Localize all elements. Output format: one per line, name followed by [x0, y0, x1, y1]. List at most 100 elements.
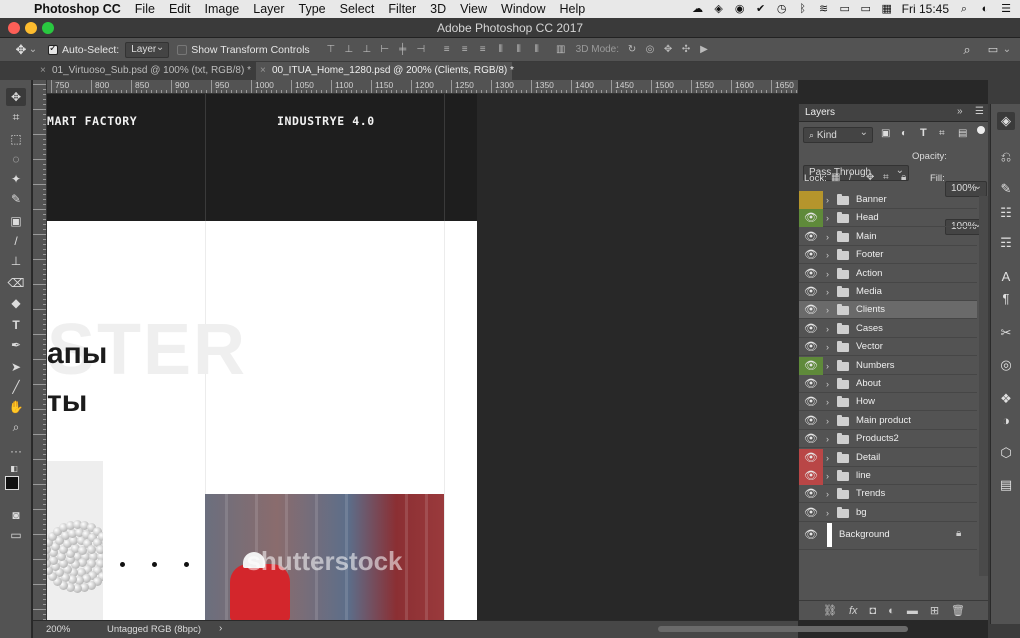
visibility-eye-icon[interactable]: 👁︎	[799, 504, 823, 522]
workspace-chevron-icon[interactable]: ⌄	[1002, 44, 1012, 56]
lock-transparent-icon[interactable]: ▦	[831, 172, 840, 183]
visibility-eye-icon[interactable]: 👁︎	[799, 393, 823, 411]
align-hcenter-icon[interactable]: ╪	[396, 44, 410, 56]
visibility-eye-icon[interactable]: 👁︎	[799, 283, 823, 301]
ruler-left[interactable]	[33, 80, 47, 620]
layer-row-banner[interactable]: › Banner	[799, 191, 977, 209]
align-top-icon[interactable]: ⊤	[324, 44, 338, 56]
document-profile[interactable]: Untagged RGB (8bpc)	[107, 624, 201, 635]
layer-row-numbers[interactable]: 👁︎ › Numbers	[799, 356, 977, 375]
zoom-level[interactable]: 200%	[46, 624, 70, 635]
auto-select-target-dropdown[interactable]: Layer	[125, 41, 170, 58]
delete-layer-icon[interactable]: 🗑︎	[951, 604, 965, 617]
menu-image[interactable]: Image	[205, 2, 240, 16]
paint-bucket-icon[interactable]: ◆	[6, 294, 26, 312]
panel-menu-icon[interactable]: ☰	[975, 106, 984, 117]
visibility-eye-icon[interactable]: 👁︎	[799, 301, 823, 319]
layer-row-vector[interactable]: 👁︎ › Vector	[799, 338, 977, 357]
layer-row-cases[interactable]: 👁︎ › Cases	[799, 320, 977, 338]
character-panel-icon[interactable]: A	[997, 268, 1015, 286]
visibility-eye-icon[interactable]: 👁︎	[799, 485, 823, 503]
expand-group-icon[interactable]: ›	[826, 485, 829, 503]
move-tool-icon[interactable]: ✥	[6, 88, 26, 106]
expand-group-icon[interactable]: ›	[826, 357, 829, 375]
eyedropper-icon[interactable]: ✎	[6, 190, 26, 208]
checkmark-icon[interactable]: ✔	[755, 3, 767, 15]
notifications-icon[interactable]: ☰	[1000, 3, 1012, 15]
expand-group-icon[interactable]: ›	[826, 338, 829, 356]
visibility-eye-icon[interactable]: 👁︎	[799, 375, 823, 393]
auto-select-checkbox[interactable]	[48, 43, 58, 55]
new-layer-icon[interactable]: ⊞	[930, 604, 939, 617]
expand-group-icon[interactable]: ›	[826, 246, 829, 264]
3d-panel-icon[interactable]: ⬡	[997, 444, 1015, 462]
time-machine-icon[interactable]: ◷	[776, 3, 788, 15]
swatches-panel-icon[interactable]: ❖	[997, 390, 1015, 408]
expand-group-icon[interactable]: ›	[826, 375, 829, 393]
menu-type[interactable]: Type	[299, 2, 326, 16]
align-bottom-icon[interactable]: ⊥	[360, 44, 374, 56]
creative-cloud-icon[interactable]: ☁	[692, 3, 704, 15]
expand-group-icon[interactable]: ›	[826, 430, 829, 448]
wifi-icon[interactable]: ≋	[818, 3, 830, 15]
battery-icon[interactable]: ▭	[860, 3, 872, 15]
expand-group-icon[interactable]: ›	[826, 449, 829, 467]
3d-slide-icon[interactable]: ✣	[679, 44, 693, 56]
layer-row-detail[interactable]: 👁︎ › Detail	[799, 448, 977, 467]
layer-row-products2[interactable]: 👁︎ › Products2	[799, 430, 977, 449]
link-layers-icon[interactable]: ⛓	[823, 604, 837, 617]
workspace-icon[interactable]: ▭	[986, 44, 1000, 56]
layer-row-trends[interactable]: 👁︎ › Trends	[799, 485, 977, 504]
frame-tool-icon[interactable]: ▣	[6, 212, 26, 230]
spotlight-icon[interactable]: ⌕	[958, 3, 970, 15]
menu-window[interactable]: Window	[501, 2, 545, 16]
ruler-top[interactable]: 750 800 850 900 950 1000 1050 1100 1150 1200 1250 1…	[47, 80, 798, 94]
menu-view[interactable]: View	[460, 2, 487, 16]
layer-row-main-product[interactable]: 👁︎ › Main product	[799, 412, 977, 430]
adjustments-panel-icon[interactable]: ☷	[997, 204, 1015, 222]
menu-filter[interactable]: Filter	[388, 2, 416, 16]
libraries-panel-icon[interactable]: ☶	[997, 234, 1015, 252]
filter-adjustment-icon[interactable]: ◐	[901, 128, 907, 139]
foreground-color-swatch[interactable]	[5, 476, 19, 490]
expand-group-icon[interactable]: ›	[826, 412, 829, 430]
type-tool-icon[interactable]: T	[6, 316, 26, 334]
visibility-eye-icon[interactable]: 👁︎	[799, 246, 823, 264]
layers-panel-icon[interactable]: ◈	[997, 112, 1015, 130]
expand-group-icon[interactable]: ›	[826, 209, 829, 227]
filter-smart-object-icon[interactable]: ▤	[958, 128, 967, 139]
new-adjustment-icon[interactable]: ◐	[888, 605, 895, 617]
visibility-eye-icon[interactable]: 👁︎	[799, 265, 823, 283]
brush-settings-icon[interactable]: ✎	[997, 180, 1015, 198]
visibility-eye-icon[interactable]: 👁︎	[799, 356, 823, 375]
menu-file[interactable]: File	[135, 2, 155, 16]
visibility-eye-icon[interactable]: 👁︎	[799, 320, 823, 338]
pen-tool-icon[interactable]: ✒	[6, 336, 26, 354]
align-right-icon[interactable]: ⊣	[414, 44, 428, 56]
add-mask-icon[interactable]: ◘	[870, 605, 877, 617]
filter-type-icon[interactable]: T	[920, 127, 927, 139]
menu-layer[interactable]: Layer	[253, 2, 284, 16]
flag-icon[interactable]: ▦	[881, 3, 893, 15]
visibility-eye-icon[interactable]: 👁︎	[799, 467, 823, 485]
visibility-eye-icon[interactable]: 👁︎	[799, 520, 823, 550]
visibility-eye-icon[interactable]: 👁︎	[799, 338, 823, 356]
filter-pixel-icon[interactable]: ▣	[881, 128, 890, 139]
collapse-panel-icon[interactable]: »	[957, 106, 963, 117]
lock-all-icon[interactable]: 🔒︎	[901, 172, 906, 183]
distribute-hcenter-icon[interactable]: ⦀	[512, 44, 526, 56]
layer-row-head[interactable]: 👁︎ › Head	[799, 209, 977, 228]
search-icon[interactable]: ⌕	[960, 43, 974, 56]
visibility-eye-icon[interactable]: 👁︎	[799, 412, 823, 430]
history-panel-icon[interactable]: ⎌	[997, 148, 1015, 166]
move-tool-icon[interactable]: ✥	[14, 43, 28, 56]
horizontal-scrollbar[interactable]	[658, 626, 908, 632]
tab-virtuoso-sub[interactable]: × 01_Virtuoso_Sub.psd @ 100% (txt, RGB/8…	[36, 62, 254, 80]
filter-toggle-icon[interactable]	[977, 126, 985, 134]
screen-mode-icon[interactable]: ▭	[6, 526, 26, 544]
airplay-icon[interactable]: ▭	[839, 3, 851, 15]
layer-row-clients[interactable]: 👁︎ › Clients	[799, 301, 977, 320]
3d-roll-icon[interactable]: ◎	[643, 44, 657, 56]
layers-scrollbar[interactable]	[979, 196, 988, 576]
dropbox-icon[interactable]: ◈	[713, 3, 725, 15]
